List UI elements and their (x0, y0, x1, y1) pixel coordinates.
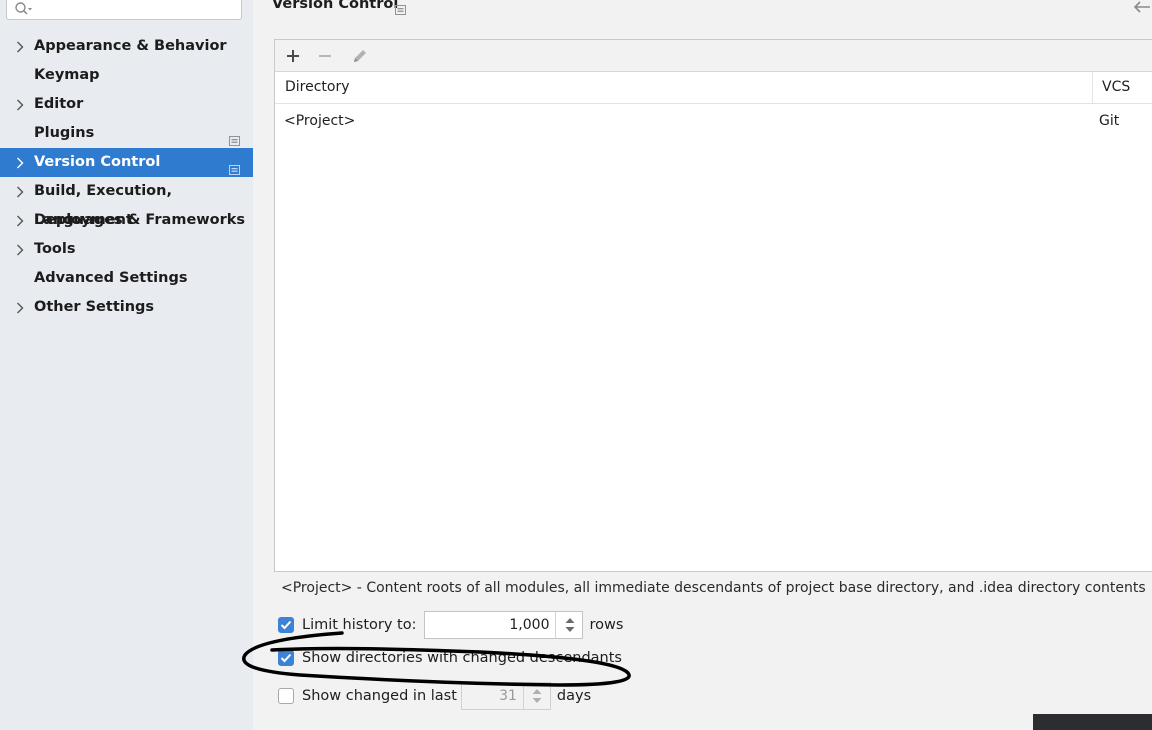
column-header-vcs[interactable]: VCS (1102, 72, 1130, 103)
chevron-right-icon[interactable] (13, 235, 27, 264)
back-arrow-icon[interactable] (1132, 0, 1152, 18)
sidebar-item-tools[interactable]: Tools (0, 235, 253, 264)
show-changed-label: Show changed in last (302, 688, 457, 704)
table-header: Directory VCS (275, 72, 1152, 104)
sidebar-item-label: Other Settings (34, 299, 155, 315)
limit-history-input[interactable] (425, 612, 556, 638)
sidebar-item-appearance-behavior[interactable]: Appearance & Behavior (0, 32, 253, 61)
chevron-right-icon[interactable] (13, 293, 27, 322)
sidebar-item-version-control[interactable]: Version Control (0, 148, 253, 177)
sidebar-item-label: Languages & Frameworks (34, 212, 246, 228)
search-input[interactable] (41, 0, 235, 20)
sidebar-item-advanced-settings[interactable]: Advanced Settings (0, 264, 253, 293)
sidebar-nav: Appearance & Behavior Keymap Editor Plug… (0, 32, 253, 322)
show-directories-label: Show directories with changed descendant… (302, 650, 622, 666)
sidebar-item-keymap[interactable]: Keymap (0, 61, 253, 90)
limit-history-spinner[interactable] (424, 611, 584, 639)
column-divider (1092, 72, 1093, 103)
sidebar-item-label: Tools (34, 241, 76, 257)
spinner-arrows-icon (522, 683, 551, 709)
chevron-right-icon[interactable] (13, 148, 27, 177)
sidebar-item-label: Keymap (34, 67, 100, 83)
limit-history-suffix: rows (589, 617, 624, 633)
sidebar-item-other-settings[interactable]: Other Settings (0, 293, 253, 322)
edit-icon[interactable] (350, 46, 370, 66)
column-header-directory[interactable]: Directory (285, 72, 350, 103)
sidebar-item-label: Editor (34, 96, 84, 112)
sidebar-item-label: Version Control (34, 154, 161, 170)
chevron-right-icon[interactable] (13, 177, 27, 206)
search-field[interactable] (6, 0, 242, 20)
show-directories-checkbox[interactable] (278, 650, 294, 666)
limit-history-option: Limit history to: rows (278, 611, 623, 639)
table-row[interactable]: <Project> Git (275, 104, 1152, 140)
sidebar-item-label: Appearance & Behavior (34, 38, 227, 54)
spinner-arrows-icon[interactable] (555, 612, 583, 638)
directory-cell: <Project> (284, 113, 356, 129)
project-settings-icon (395, 0, 406, 19)
sidebar-item-languages-frameworks[interactable]: Languages & Frameworks (0, 206, 253, 235)
show-changed-option: Show changed in last days (278, 682, 591, 710)
show-changed-input (461, 683, 523, 709)
settings-content: Version Control Directory VCS <Project> … (253, 0, 1152, 730)
vcs-mappings-panel: Directory VCS <Project> Git (274, 39, 1152, 572)
settings-sidebar: Appearance & Behavior Keymap Editor Plug… (0, 0, 253, 730)
sidebar-item-editor[interactable]: Editor (0, 90, 253, 119)
sidebar-item-build-execution-deployment[interactable]: Build, Execution, Deployment (0, 177, 253, 228)
show-changed-checkbox[interactable] (278, 688, 294, 704)
chevron-right-icon[interactable] (13, 32, 27, 61)
show-changed-suffix: days (556, 688, 592, 704)
dark-overlay-corner (1033, 714, 1152, 730)
search-icon (15, 2, 32, 15)
chevron-right-icon[interactable] (13, 206, 27, 235)
add-icon[interactable] (283, 46, 303, 66)
sidebar-item-label: Plugins (34, 125, 95, 141)
table-toolbar (275, 40, 1152, 72)
project-description-text: <Project> - Content roots of all modules… (281, 580, 1146, 596)
limit-history-checkbox[interactable] (278, 617, 294, 633)
sidebar-item-label: Advanced Settings (34, 270, 188, 286)
show-directories-option: Show directories with changed descendant… (278, 650, 622, 666)
remove-icon[interactable] (315, 46, 335, 66)
page-title: Version Control (272, 0, 399, 12)
sidebar-item-plugins[interactable]: Plugins (0, 119, 253, 148)
limit-history-label: Limit history to: (302, 617, 417, 633)
show-changed-spinner (460, 682, 551, 710)
chevron-right-icon[interactable] (13, 90, 27, 119)
vcs-cell: Git (1099, 113, 1120, 129)
